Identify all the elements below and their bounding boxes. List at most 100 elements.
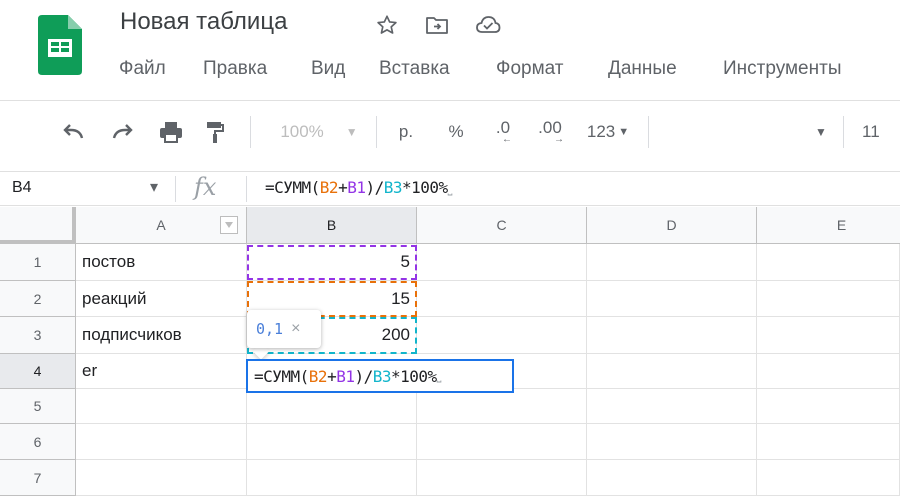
cell-e6[interactable] xyxy=(757,424,900,460)
cell-c3[interactable] xyxy=(417,317,587,354)
formula-ref-b3: B3 xyxy=(372,366,392,386)
sheets-logo[interactable] xyxy=(38,15,82,75)
cell-a4[interactable]: er xyxy=(76,354,247,389)
redo-icon[interactable] xyxy=(106,116,138,148)
print-icon[interactable] xyxy=(154,116,188,148)
currency-format-button[interactable]: р. xyxy=(392,116,420,148)
cell-e7[interactable] xyxy=(757,460,900,496)
move-to-folder-icon[interactable] xyxy=(424,12,450,38)
cell-a2[interactable]: реакций xyxy=(76,281,247,317)
formula-ref-b1: B1 xyxy=(347,178,366,197)
more-formats-button[interactable]: 123 ▼ xyxy=(580,116,636,148)
cell-e5[interactable] xyxy=(757,389,900,424)
cell-c5[interactable] xyxy=(417,389,587,424)
increase-decimals-button[interactable]: .00 → xyxy=(530,116,570,148)
formula-ref-b2: B2 xyxy=(319,178,339,197)
formula-ref-b3: B3 xyxy=(383,178,403,197)
cell-b5[interactable] xyxy=(247,389,417,424)
name-box[interactable]: B4 xyxy=(12,179,32,197)
row-header-3[interactable]: 3 xyxy=(0,317,76,354)
cell-a7[interactable] xyxy=(76,460,247,496)
cell-e2[interactable] xyxy=(757,281,900,317)
decrease-decimals-button[interactable]: .0 ← xyxy=(485,116,521,148)
zoom-select[interactable]: 100% ▼ xyxy=(272,116,366,148)
fx-icon: fx xyxy=(194,173,217,201)
menu-tools[interactable]: Инструменты xyxy=(723,58,841,80)
cell-c1[interactable] xyxy=(417,244,587,281)
column-header-b[interactable]: B xyxy=(247,207,417,244)
formula-op: *100% xyxy=(391,366,437,386)
menu-format[interactable]: Формат xyxy=(496,58,564,80)
menu-insert[interactable]: Вставка xyxy=(379,58,450,80)
column-label: A xyxy=(156,217,166,233)
formula-op: *100% xyxy=(402,178,448,197)
more-formats-label: 123 xyxy=(586,122,616,141)
formula-space-marker: ⎵ xyxy=(436,368,442,383)
formula-ref-b1: B1 xyxy=(336,366,355,386)
column-header-e[interactable]: E xyxy=(757,207,900,244)
zoom-value: 100% xyxy=(280,122,324,141)
formula-op: )/ xyxy=(354,366,373,386)
cell-b7[interactable] xyxy=(247,460,417,496)
menu-data[interactable]: Данные xyxy=(608,58,677,80)
cell-d5[interactable] xyxy=(587,389,757,424)
cell-c2[interactable] xyxy=(417,281,587,317)
cell-d7[interactable] xyxy=(587,460,757,496)
cell-d1[interactable] xyxy=(587,244,757,281)
paint-format-icon[interactable] xyxy=(200,116,230,148)
column-header-a[interactable]: A xyxy=(76,207,247,244)
cell-d2[interactable] xyxy=(587,281,757,317)
name-box-dropdown-icon[interactable]: ▾ xyxy=(150,177,158,197)
arrow-left-icon: ← xyxy=(502,134,512,145)
font-family-dropdown[interactable]: ▼ xyxy=(806,116,836,148)
cell-b6[interactable] xyxy=(247,424,417,460)
percent-format-button[interactable]: % xyxy=(442,116,470,148)
document-title[interactable]: Новая таблица xyxy=(120,8,287,36)
cell-a5[interactable] xyxy=(76,389,247,424)
cell-e1[interactable] xyxy=(757,244,900,281)
spreadsheet-grid: A B C D E 1 2 3 4 5 6 7 постов 5 реакций… xyxy=(0,207,900,500)
menu-file[interactable]: Файл xyxy=(119,58,166,80)
menu-view[interactable]: Вид xyxy=(311,58,345,80)
formula-ref-b2: B2 xyxy=(308,366,328,386)
cell-d4[interactable] xyxy=(587,354,757,389)
cell-e3[interactable] xyxy=(757,317,900,354)
menu-edit[interactable]: Правка xyxy=(203,58,267,80)
formula-bar-divider xyxy=(246,176,247,202)
cell-c6[interactable] xyxy=(417,424,587,460)
row-header-6[interactable]: 6 xyxy=(0,424,76,460)
cell-c7[interactable] xyxy=(417,460,587,496)
chevron-down-icon: ▼ xyxy=(618,126,630,138)
column-header-c[interactable]: C xyxy=(417,207,587,244)
font-size-field[interactable]: 11 xyxy=(862,116,892,148)
toolbar-divider xyxy=(250,116,251,148)
row-header-2[interactable]: 2 xyxy=(0,281,76,317)
row-header-7[interactable]: 7 xyxy=(0,460,76,496)
arrow-right-icon: → xyxy=(554,134,564,145)
cell-a3[interactable]: подписчиков xyxy=(76,317,247,354)
row-header-5[interactable]: 5 xyxy=(0,389,76,424)
toolbar-divider xyxy=(648,116,649,148)
cell-d3[interactable] xyxy=(587,317,757,354)
select-all-corner[interactable] xyxy=(0,207,76,244)
row-header-1[interactable]: 1 xyxy=(0,244,76,281)
chevron-down-icon: ▼ xyxy=(815,125,827,139)
cell-a1[interactable]: постов xyxy=(76,244,247,281)
formula-input[interactable]: =СУММ(B2+B1)/B3*100%⎵ xyxy=(265,178,453,197)
star-icon[interactable] xyxy=(374,12,400,38)
cell-editor-b4[interactable]: =СУММ(B2 + B1)/B3 *100% ⎵ xyxy=(246,359,514,393)
row-header-4[interactable]: 4 xyxy=(0,354,76,389)
column-header-d[interactable]: D xyxy=(587,207,757,244)
formula-space-marker: ⎵ xyxy=(447,182,453,196)
close-icon[interactable]: × xyxy=(291,320,300,338)
cloud-saved-icon[interactable] xyxy=(475,12,501,38)
formula-bar: B4 ▾ fx =СУММ(B2+B1)/B3*100%⎵ xyxy=(0,171,900,206)
cell-e4[interactable] xyxy=(757,354,900,389)
undo-icon[interactable] xyxy=(58,116,90,148)
cell-a6[interactable] xyxy=(76,424,247,460)
cell-d6[interactable] xyxy=(587,424,757,460)
cell-b1[interactable]: 5 xyxy=(247,244,417,281)
formula-func: =СУММ( xyxy=(265,178,320,197)
header-divider xyxy=(0,100,900,101)
column-filter-icon[interactable] xyxy=(220,216,238,234)
